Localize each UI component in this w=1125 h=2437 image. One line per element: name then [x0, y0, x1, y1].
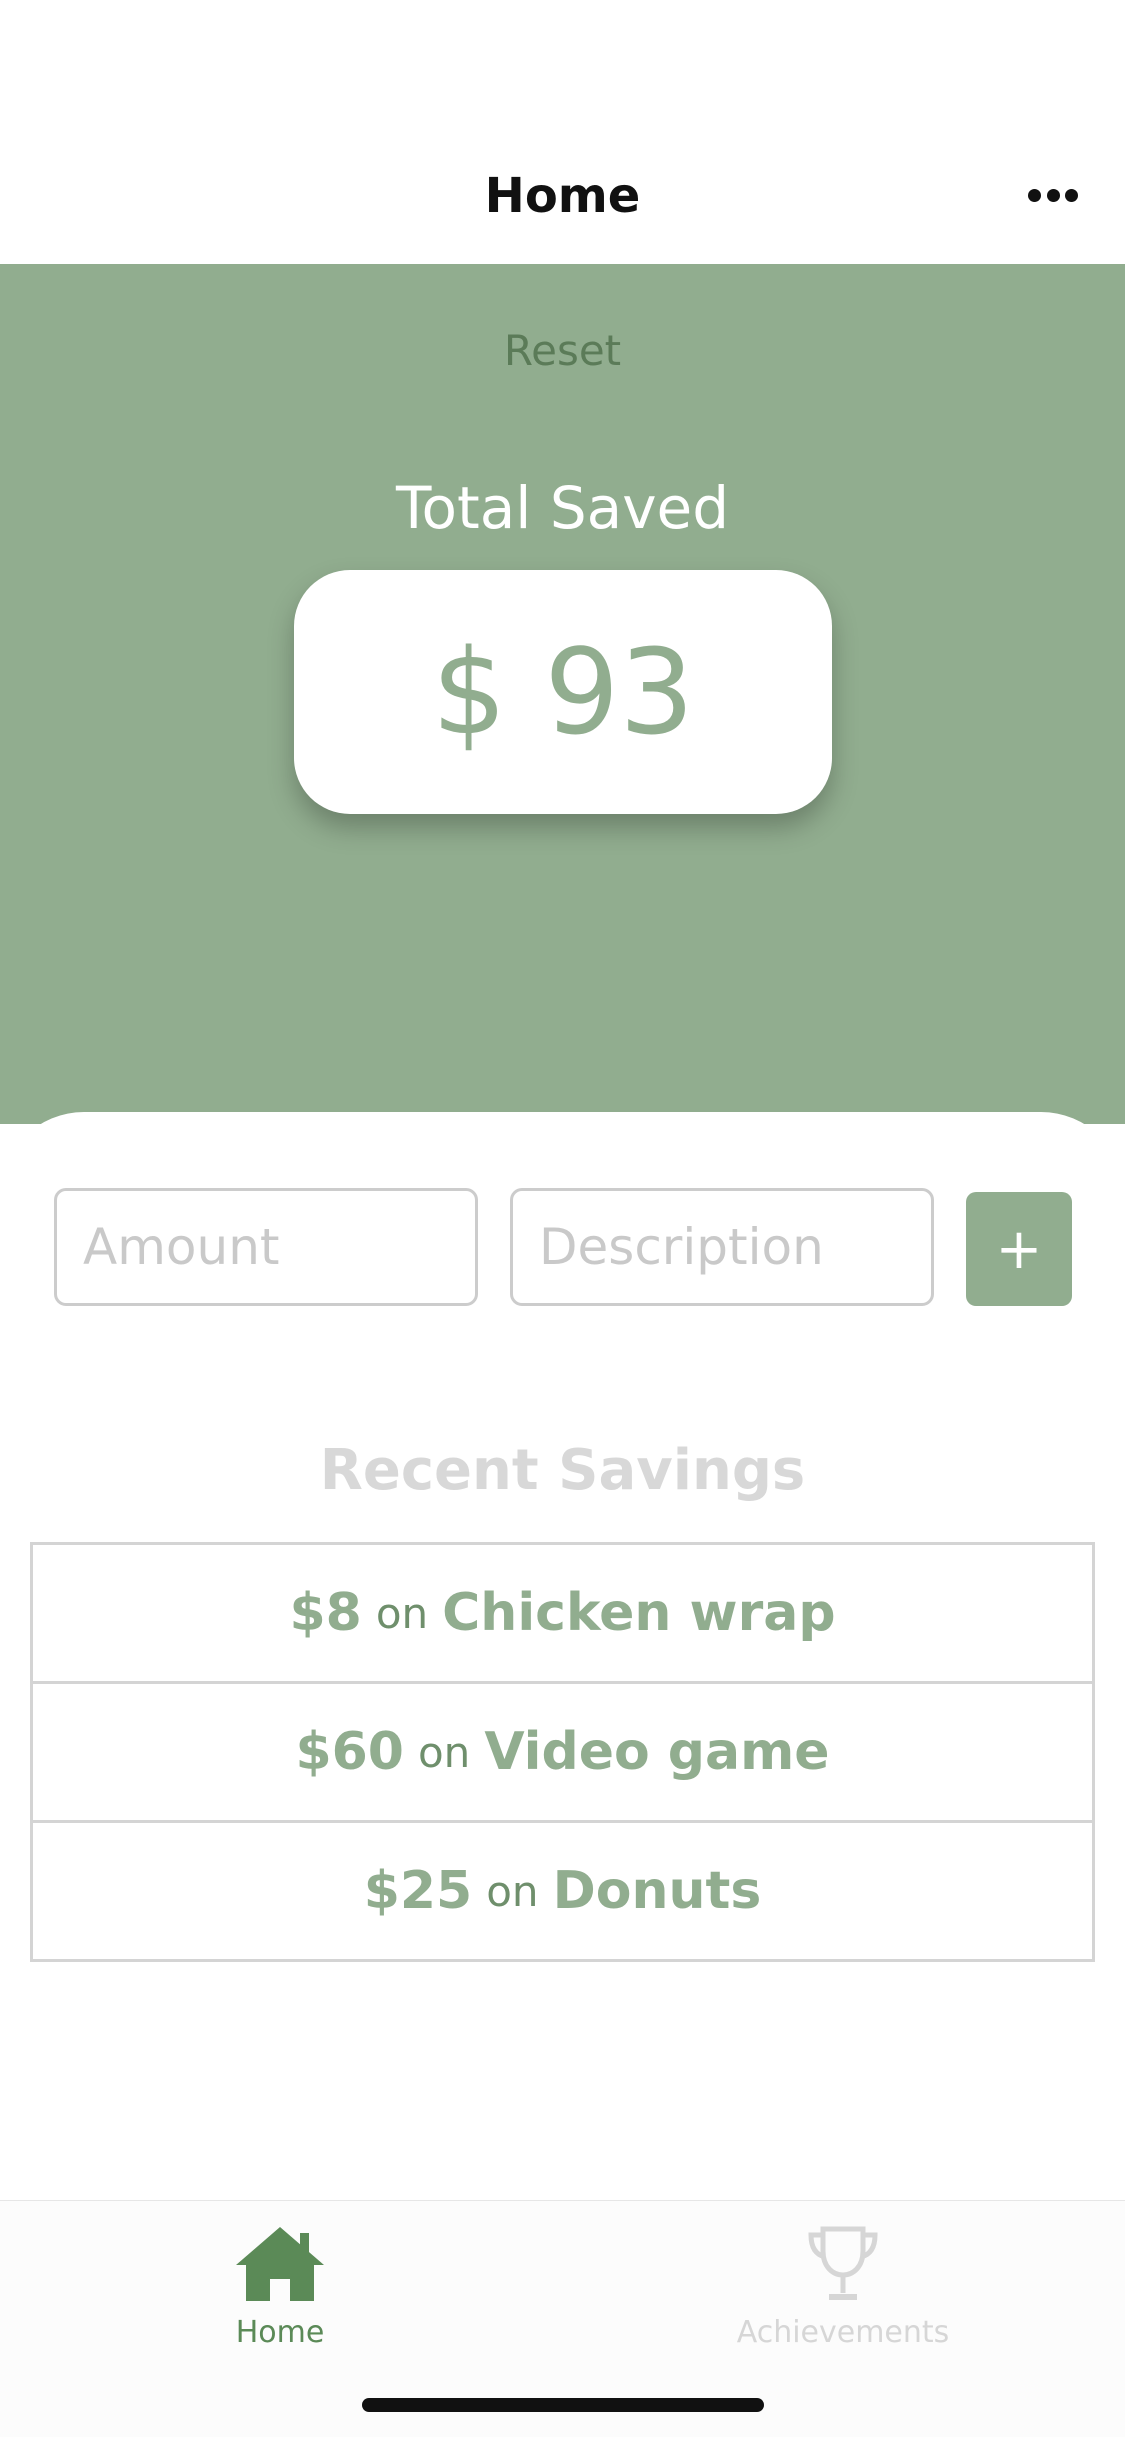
tab-achievements[interactable]: Achievements [693, 2221, 993, 2350]
saving-connector: on [417, 1727, 471, 1777]
tab-home-label: Home [235, 2315, 325, 2350]
tab-achievements-label: Achievements [736, 2315, 950, 2350]
nav-header: Home [0, 0, 1125, 265]
home-icon [236, 2227, 324, 2301]
list-item[interactable]: $8 on Chicken wrap [33, 1545, 1092, 1684]
home-indicator [362, 2398, 764, 2412]
trophy-icon [808, 2226, 878, 2300]
total-saved-value: $ 93 [294, 570, 832, 814]
page-title: Home [484, 168, 641, 224]
total-saved-label: Total Saved [395, 474, 730, 542]
tab-home[interactable]: Home [130, 2221, 430, 2350]
description-input[interactable]: Description [510, 1188, 934, 1306]
reset-button[interactable]: Reset [0, 326, 1125, 375]
amount-input[interactable]: Amount [54, 1188, 478, 1306]
saving-connector: on [375, 1588, 429, 1638]
ellipsis-icon[interactable] [1028, 185, 1078, 205]
saving-description: Video game [484, 1722, 830, 1782]
add-saving-button[interactable]: + [966, 1192, 1072, 1306]
total-saved-panel: Reset Total Saved $ 93 [0, 264, 1125, 1124]
recent-savings-list: $8 on Chicken wrap $60 on Video game $25… [30, 1542, 1095, 1962]
recent-savings-title: Recent Savings [319, 1438, 806, 1503]
saving-amount: $8 [289, 1583, 362, 1643]
list-item[interactable]: $25 on Donuts [33, 1823, 1092, 1959]
saving-amount: $25 [363, 1861, 473, 1921]
list-item[interactable]: $60 on Video game [33, 1684, 1092, 1823]
saving-amount: $60 [295, 1722, 404, 1782]
saving-connector: on [486, 1866, 539, 1916]
saving-description: Donuts [552, 1861, 762, 1921]
saving-description: Chicken wrap [442, 1583, 836, 1643]
